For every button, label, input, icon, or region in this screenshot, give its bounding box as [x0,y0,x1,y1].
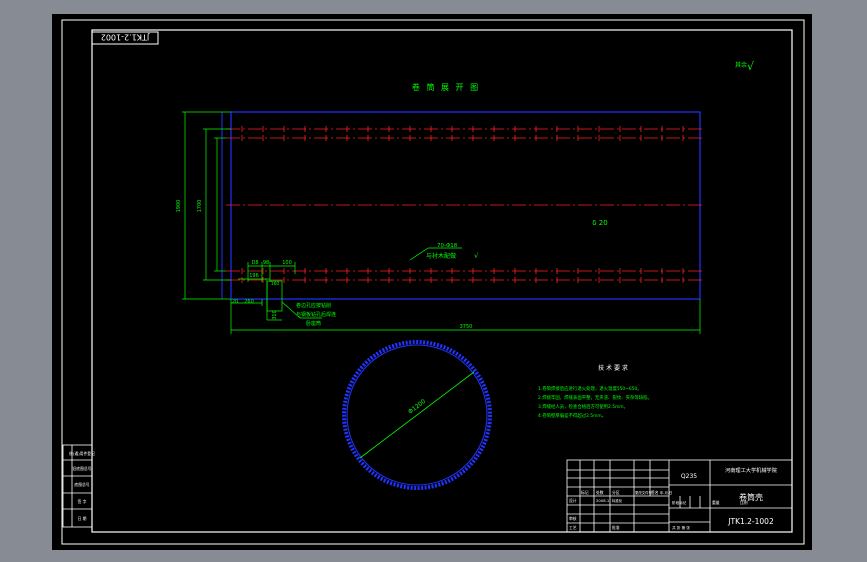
tb-header-changefile: 更改文件号 [635,490,653,495]
plate-thickness: δ 20 [592,219,607,227]
drawing-sheet [52,14,812,550]
tb-header-zone: 分区 [612,490,620,495]
tb-header-sign: 签名 [651,490,659,495]
tb-header-count: 处数 [596,490,604,495]
tb-process-label: 工艺 [569,525,577,530]
tech-req-item-3: 3.焊缝经人员，检查合格后方可使用2.5mm。 [538,403,628,410]
dim-310: 310 [272,310,278,320]
weld-note-bottom: 与衬木配做 [426,252,456,260]
tb-approve-label: 批准 [612,525,620,530]
tb-review-label: 审核 [569,516,577,521]
tb-design-date: 2008.1 [596,498,610,503]
hole-note-3: 卧座筒 [306,320,321,327]
weld-note-top: 70-Φ18 [437,243,458,249]
dim-inner-height: 1700 [197,200,203,213]
tb-material: Q235 [681,473,697,480]
dim-260: 260 [244,299,254,305]
dim-20: 20 [232,299,238,305]
tb-stage-label: 阶段标记 [672,500,687,505]
tech-req-item-1: 1.卷筒焊接后应进行退火处理，退火温度550~650。 [538,385,642,392]
tb-part-name: 卷筒壳 [739,492,763,502]
tech-req-title: 技 术 要 求 [598,364,628,372]
tech-req-item-2: 2.焊接牢固，焊缝表面平整，无夹渣、裂纹、夹杂等缺陷。 [538,394,652,401]
side-row-2: 旧底图总号 [73,466,92,471]
tb-weight-label: 重量 [712,500,720,505]
side-row-5: 日 期 [78,516,87,521]
roughness-symbol: √ [747,60,755,73]
view-title: 卷 筒 展 开 图 [412,82,480,92]
dim-98: 98 [263,260,269,266]
side-row-3: 底图总号 [74,482,89,487]
dim-total-length: 3750 [460,324,473,330]
dim-100: 100 [282,260,292,266]
hole-note-1: 卷边孔应按钻削 [296,302,331,309]
tb-sheets-label: 共 张 第 张 [672,525,690,530]
tb-standard-label: 标准化 [612,498,623,503]
weld-roughness-symbol: √ [474,252,479,260]
tb-design-label: 设计 [569,498,577,503]
tb-drawing-no: JTK1.2-1002 [727,517,774,526]
side-row-4: 签 字 [78,499,87,504]
tb-school: 河南理工大学机械学院 [725,466,778,474]
side-row-1: 借(通)用件登记 [69,451,95,456]
roughness-label: 其余 [735,61,747,69]
dim-160: 160 [271,281,280,287]
dim-d8: D8 [251,260,258,266]
tb-header-date: 年.月.日 [660,490,672,495]
dim-196: 196 [249,273,259,279]
dim-total-height: 1900 [176,200,182,213]
code-box-text: JTK1.2-1002 [101,33,150,42]
hole-note-2: 与钢板钻孔后焊连 [296,311,336,318]
cad-drawing: JTK1.2-1002 卷 筒 展 开 图 其余 √ 1900 1700 375… [52,14,812,550]
tb-header-mark: 标记 [581,490,589,495]
tech-req-item-4: 4.卷筒壁厚偏差不得超过2.5mm。 [538,412,606,419]
